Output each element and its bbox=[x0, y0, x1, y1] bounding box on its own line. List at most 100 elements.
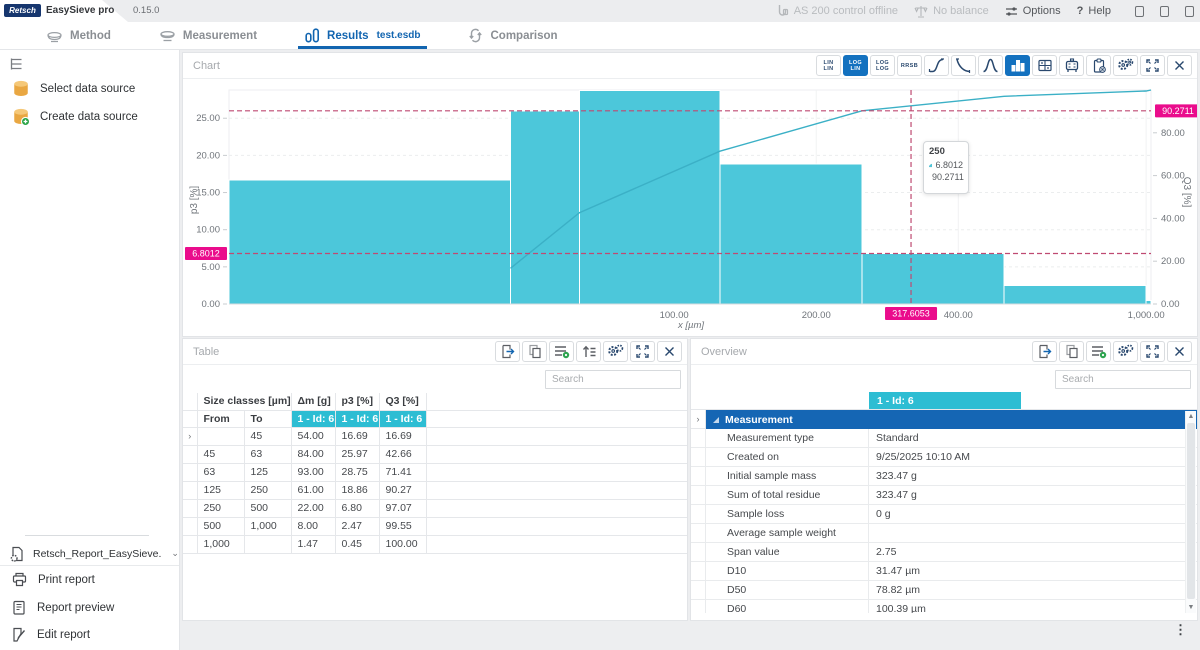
table-row[interactable]: 1,0001.470.45100.00 bbox=[183, 535, 687, 553]
overview-settings-button[interactable] bbox=[1113, 341, 1138, 362]
cumulative-curve-button[interactable] bbox=[924, 55, 949, 76]
balance-status[interactable]: No balance bbox=[914, 5, 989, 18]
tooltip-line-value: 90.2711 bbox=[932, 172, 964, 182]
edit-report-button[interactable]: Edit report bbox=[12, 627, 90, 642]
sidebar-item-select-data-source[interactable]: Select data source bbox=[12, 80, 135, 98]
table-row-options-button[interactable] bbox=[549, 341, 574, 362]
svg-text:6.8012: 6.8012 bbox=[192, 248, 220, 258]
report-preview-button[interactable]: Report preview bbox=[12, 600, 114, 615]
overview-row[interactable]: D60100.39 µm bbox=[691, 600, 1197, 613]
overview-row[interactable]: Initial sample mass323.47 g bbox=[691, 467, 1197, 486]
table-row[interactable]: 25050022.006.8097.07 bbox=[183, 499, 687, 517]
table-row[interactable]: 5001,0008.002.4799.55 bbox=[183, 517, 687, 535]
window-maximize-button[interactable] bbox=[1160, 6, 1169, 17]
chart-settings-button[interactable] bbox=[1113, 55, 1138, 76]
overview-series-header[interactable]: 1 - Id: 6 bbox=[869, 392, 1021, 409]
overview-row[interactable]: D5078.82 µm bbox=[691, 581, 1197, 600]
overview-fullscreen-button[interactable] bbox=[1140, 341, 1165, 362]
table-sort-button[interactable] bbox=[576, 341, 601, 362]
scroll-down-icon[interactable]: ▼ bbox=[1186, 604, 1196, 611]
chart-tooltip: 250 6.8012 90.2711 bbox=[923, 141, 969, 194]
overview-copy-button[interactable] bbox=[1059, 341, 1084, 362]
close-icon bbox=[1173, 345, 1186, 358]
scroll-up-icon[interactable]: ▲ bbox=[1186, 413, 1196, 420]
print-report-button[interactable]: Print report bbox=[12, 572, 95, 587]
tab-measurement[interactable]: Measurement bbox=[159, 22, 257, 49]
help-button[interactable]: ? Help bbox=[1077, 5, 1111, 17]
table-fullscreen-button[interactable] bbox=[630, 341, 655, 362]
options-button[interactable]: Options bbox=[1005, 5, 1061, 17]
chart-close-button[interactable] bbox=[1167, 55, 1192, 76]
overview-row[interactable]: Measurement typeStandard bbox=[691, 429, 1197, 448]
device-status[interactable]: AS 200 control offline bbox=[776, 4, 898, 18]
table-row[interactable]: 12525061.0018.8690.27 bbox=[183, 481, 687, 499]
database-icon bbox=[12, 80, 30, 98]
column-from[interactable]: From bbox=[197, 410, 244, 427]
overview-row[interactable]: Span value2.75 bbox=[691, 543, 1197, 562]
table-copy-button[interactable] bbox=[522, 341, 547, 362]
overview-close-button[interactable] bbox=[1167, 341, 1192, 362]
table-panel-header: Table bbox=[183, 339, 687, 365]
clipboard-icon bbox=[1091, 58, 1107, 73]
table-export-button[interactable] bbox=[495, 341, 520, 362]
sidebar-menu-icon[interactable] bbox=[10, 58, 23, 70]
svg-text:400.00: 400.00 bbox=[944, 310, 973, 321]
retained-curve-button[interactable] bbox=[951, 55, 976, 76]
overview-row[interactable]: Sample loss0 g bbox=[691, 505, 1197, 524]
tab-results[interactable]: Results test.esdb bbox=[305, 22, 420, 49]
overview-panel-header: Overview bbox=[691, 339, 1197, 365]
series-header-dm[interactable]: 1 - Id: 6 bbox=[291, 410, 335, 427]
table-search-input[interactable] bbox=[545, 370, 681, 389]
table-row[interactable]: 6312593.0028.7571.41 bbox=[183, 463, 687, 481]
sidebar-item-create-data-source[interactable]: Create data source bbox=[12, 108, 138, 126]
svg-text:20.00: 20.00 bbox=[196, 150, 220, 161]
chart-plot[interactable]: 0.005.0010.0015.0020.0025.000.0020.0040.… bbox=[183, 80, 1197, 336]
column-dm[interactable]: Δm [g] bbox=[291, 393, 335, 410]
svg-text:0.00: 0.00 bbox=[1161, 299, 1180, 310]
tab-method[interactable]: Method bbox=[46, 22, 111, 49]
density-curve-button[interactable] bbox=[978, 55, 1003, 76]
axis-log-log-button[interactable]: LOG LOG bbox=[870, 55, 895, 76]
table-row[interactable]: 456384.0025.9742.66 bbox=[183, 445, 687, 463]
histogram-icon bbox=[1010, 58, 1026, 73]
column-to[interactable]: To bbox=[244, 410, 291, 427]
chart-toolbar: LIN LIN LOG LIN LOG LOG RRSB bbox=[816, 55, 1192, 76]
axis-log-lin-button[interactable]: LOG LIN bbox=[843, 55, 868, 76]
copy-chart-button[interactable] bbox=[1086, 55, 1111, 76]
scrollbar-thumb[interactable] bbox=[1187, 423, 1195, 599]
column-size-classes[interactable]: Size classes [µm] bbox=[197, 393, 291, 410]
axis-rrsb-button[interactable]: RRSB bbox=[897, 55, 922, 76]
data-grid-button[interactable] bbox=[1032, 55, 1057, 76]
series-header-p3[interactable]: 1 - Id: 6 bbox=[335, 410, 379, 427]
more-options-icon[interactable]: ⋮ bbox=[1174, 622, 1187, 638]
svg-text:317.6053: 317.6053 bbox=[892, 309, 930, 319]
tab-comparison[interactable]: Comparison bbox=[468, 22, 557, 49]
axis-lin-lin-button[interactable]: LIN LIN bbox=[816, 55, 841, 76]
overview-row[interactable]: Average sample weight bbox=[691, 524, 1197, 543]
histogram-button[interactable] bbox=[1005, 55, 1030, 76]
table-close-button[interactable] bbox=[657, 341, 682, 362]
overview-row[interactable]: D1031.47 µm bbox=[691, 562, 1197, 581]
overview-row[interactable]: Sum of total residue323.47 g bbox=[691, 486, 1197, 505]
column-q3[interactable]: Q3 [%] bbox=[379, 393, 426, 410]
column-p3[interactable]: p3 [%] bbox=[335, 393, 379, 410]
density-curve-icon bbox=[982, 58, 999, 73]
table-settings-button[interactable] bbox=[603, 341, 628, 362]
table-toolbar bbox=[495, 341, 682, 362]
overview-row-options-button[interactable] bbox=[1086, 341, 1111, 362]
report-template-dropdown[interactable]: Retsch_Report_EasySieve. ⌄ bbox=[0, 542, 179, 566]
overview-row[interactable]: Created on9/25/2025 10:10 AM bbox=[691, 448, 1197, 467]
sieve-shaker-button[interactable] bbox=[1059, 55, 1084, 76]
table-search-row bbox=[183, 366, 687, 392]
row-marker: › bbox=[691, 410, 706, 429]
gears-icon bbox=[1117, 344, 1134, 359]
window-minimize-button[interactable] bbox=[1135, 6, 1144, 17]
overview-export-button[interactable] bbox=[1032, 341, 1057, 362]
overview-group-row-measurement[interactable]: › Measurement bbox=[691, 410, 1197, 429]
table-row[interactable]: ›4554.0016.6916.69 bbox=[183, 427, 687, 445]
overview-scrollbar[interactable]: ▲ ▼ bbox=[1185, 411, 1196, 613]
series-header-q3[interactable]: 1 - Id: 6 bbox=[379, 410, 426, 427]
overview-search-input[interactable] bbox=[1055, 370, 1191, 389]
chart-fullscreen-button[interactable] bbox=[1140, 55, 1165, 76]
window-close-button[interactable] bbox=[1185, 6, 1194, 17]
